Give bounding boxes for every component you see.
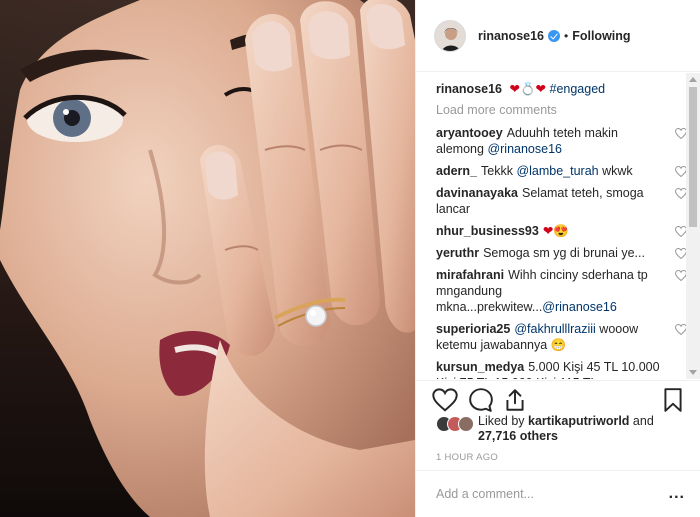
load-more-comments-button[interactable]: Load more comments: [436, 103, 671, 117]
instagram-post-window: rinanose16 • Following rinanose16 ❤💍❤ #e…: [0, 0, 700, 517]
add-comment-input[interactable]: [436, 487, 669, 501]
comment-item: aryantooey Aduuhh teteh makin alemong @ri…: [436, 125, 687, 157]
comment-username[interactable]: kursun_medya: [436, 360, 524, 374]
liker-avatars[interactable]: [436, 416, 474, 436]
comment-username[interactable]: davinanayaka: [436, 186, 518, 200]
comment-item: davinanayaka Selamat teteh, smoga lancar: [436, 185, 687, 217]
avatar-image: [435, 20, 465, 51]
caption-emojis: ❤💍❤: [509, 82, 547, 96]
author-avatar[interactable]: [434, 19, 466, 52]
comment-mention[interactable]: @lambe_turah: [516, 164, 598, 178]
likes-middle: and: [629, 414, 654, 428]
share-icon[interactable]: [502, 387, 528, 413]
caption-username[interactable]: rinanose16: [436, 82, 502, 96]
comment-item: nhur_business93 ❤😍: [436, 223, 687, 239]
comment-username[interactable]: nhur_business93: [436, 224, 539, 238]
comment-item: superioria25 @fakhrulllraziii wooow ketem…: [436, 321, 687, 353]
likes-prefix: Liked by: [478, 414, 529, 428]
comment-username[interactable]: adern_: [436, 164, 477, 178]
liker-avatar: [458, 416, 474, 432]
comments-scrollbar[interactable]: [686, 73, 700, 379]
comment-username[interactable]: aryantooey: [436, 126, 503, 140]
comment-mention[interactable]: @rinanose16: [487, 142, 562, 156]
comment-username[interactable]: superioria25: [436, 322, 510, 336]
photo-illustration: [0, 0, 415, 517]
post-actions-bar: [416, 380, 700, 416]
bookmark-icon[interactable]: [660, 387, 686, 413]
scrollbar-thumb[interactable]: [689, 87, 697, 227]
author-username[interactable]: rinanose16: [478, 29, 544, 43]
comment-mention[interactable]: @fakhrulllraziii: [514, 322, 595, 336]
post-side-panel: rinanose16 • Following rinanose16 ❤💍❤ #e…: [415, 0, 700, 517]
heart-icon[interactable]: [432, 387, 458, 413]
more-options-button[interactable]: ...: [669, 486, 685, 502]
scroll-down-arrow-icon[interactable]: [689, 370, 697, 375]
likes-count[interactable]: 27,716 others: [478, 429, 558, 443]
comment-icon[interactable]: [468, 387, 494, 413]
likes-user[interactable]: kartikaputriworld: [528, 414, 629, 428]
post-header: rinanose16 • Following: [416, 0, 700, 72]
comment-item: yeruthr Semoga sm yg di brunai ye...: [436, 245, 687, 261]
likes-text: Liked by kartikaputriworld and 27,716 ot…: [478, 414, 686, 444]
comment-username[interactable]: mirafahrani: [436, 268, 504, 282]
comment-username[interactable]: yeruthr: [436, 246, 479, 260]
post-photo[interactable]: [0, 0, 415, 517]
comment-mention[interactable]: @rinanose16: [542, 300, 617, 314]
comments-list[interactable]: rinanose16 ❤💍❤ #engaged Load more commen…: [416, 73, 700, 379]
comment-text: Semoga sm yg di brunai ye...: [483, 246, 645, 260]
following-button[interactable]: Following: [572, 29, 630, 43]
scroll-up-arrow-icon[interactable]: [689, 77, 697, 82]
post-timestamp[interactable]: 1 hour ago: [436, 452, 498, 463]
header-separator: •: [564, 28, 569, 43]
comment-item: mirafahrani Wihh cinciny sderhana tp mnga…: [436, 267, 687, 315]
comment-text: ❤😍: [542, 224, 569, 238]
comment-item: adern_ Tekkk @lambe_turah wkwk: [436, 163, 687, 179]
caption-hashtag[interactable]: #engaged: [550, 82, 606, 96]
likes-summary: Liked by kartikaputriworld and 27,716 ot…: [436, 414, 686, 444]
verified-badge-icon: [548, 29, 561, 42]
comment-text: Tekkk: [481, 164, 517, 178]
add-comment-bar: ...: [416, 470, 700, 517]
comment-text-after: wkwk: [598, 164, 633, 178]
post-caption: rinanose16 ❤💍❤ #engaged: [436, 81, 671, 97]
comment-item: kursun_medya5.000 Kişi 45 TL 10.000 Kişi…: [436, 359, 671, 379]
